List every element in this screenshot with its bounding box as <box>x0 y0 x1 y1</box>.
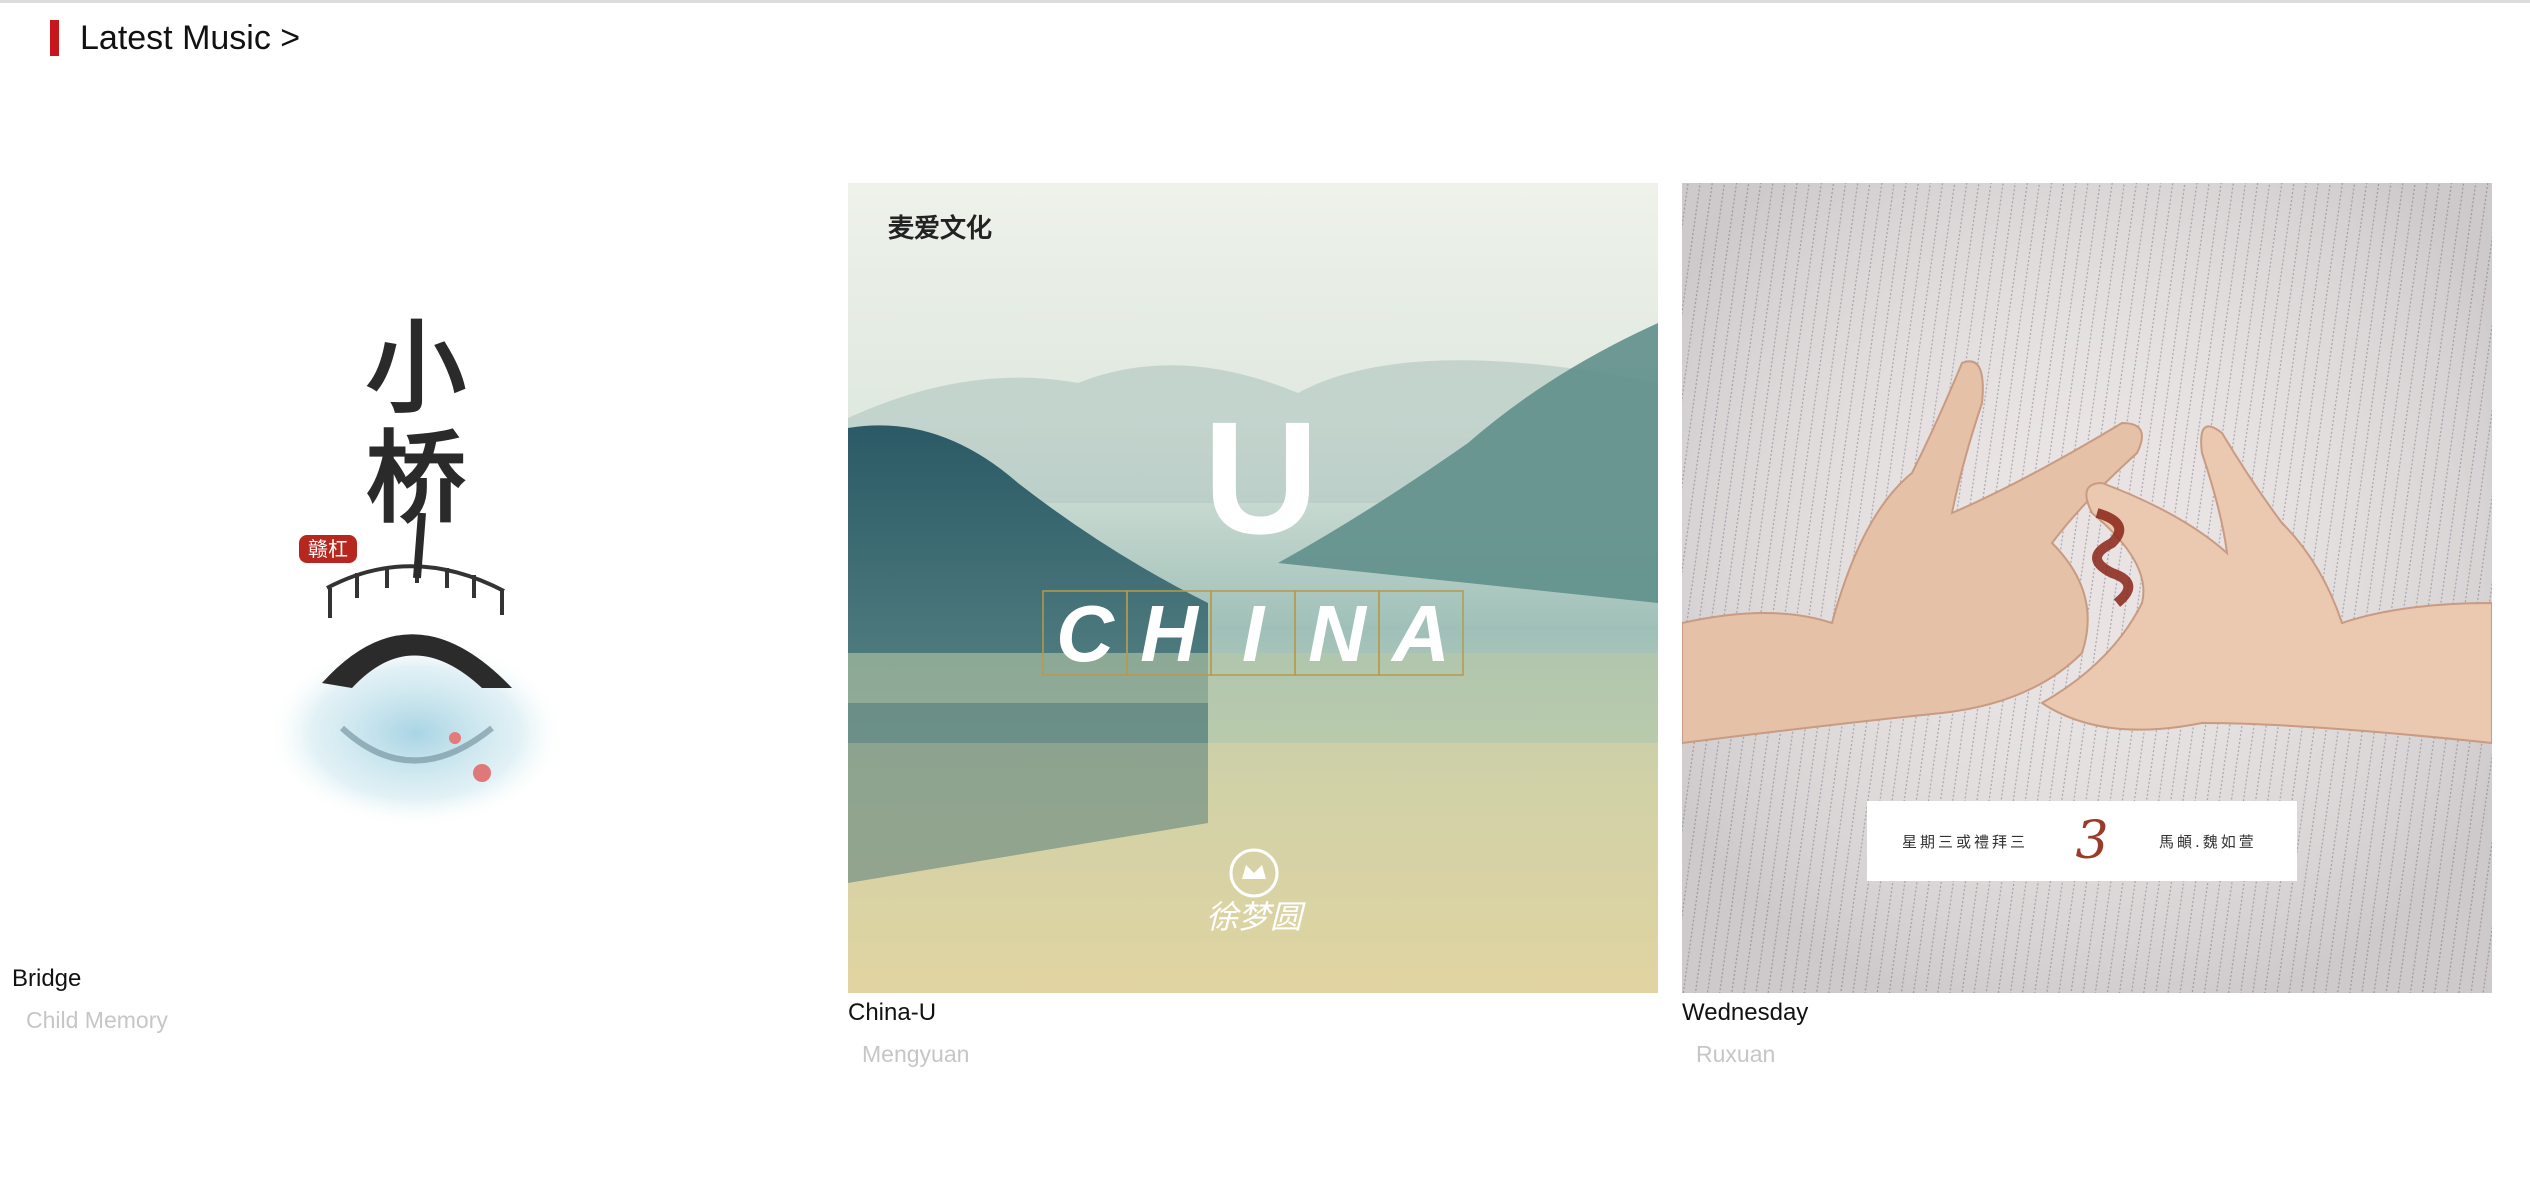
svg-text:I: I <box>1242 589 1266 678</box>
section-header[interactable]: Latest Music > <box>50 20 300 56</box>
section-accent-bar <box>50 20 59 56</box>
cover-big-letter: U <box>1203 388 1319 567</box>
cover-number: 3 <box>2075 811 2108 871</box>
song-artist[interactable]: Ruxuan <box>1696 1039 1775 1069</box>
song-card-china-u[interactable]: 麦爱文化 U C H I N A 徐梦圆 China-U Mengyuan <box>848 183 1658 1067</box>
top-divider <box>0 0 2530 3</box>
album-cover-bridge[interactable]: 小 桥 赣杠 <box>12 183 822 993</box>
cover-seal: 赣杠 <box>308 537 348 561</box>
album-cover-china-u[interactable]: 麦爱文化 U C H I N A 徐梦圆 <box>848 183 1658 993</box>
song-title[interactable]: China-U <box>848 998 936 1028</box>
song-artist[interactable]: Child Memory <box>26 1005 168 1035</box>
album-cover-wednesday[interactable]: 星期三或禮拜三 3 馬頔.魏如萱 <box>1682 183 2492 993</box>
cover-word-grid: C H I N A <box>1042 589 1464 678</box>
svg-text:C: C <box>1056 589 1115 678</box>
cover-signature: 徐梦圆 <box>1206 898 1306 936</box>
song-artist[interactable]: Mengyuan <box>862 1039 969 1069</box>
cover-calligraphy-bottom: 桥 <box>366 419 466 537</box>
svg-text:A: A <box>1390 589 1450 678</box>
song-title[interactable]: Bridge <box>12 964 81 994</box>
song-card-bridge[interactable]: 小 桥 赣杠 Bridge Child Memory <box>12 183 822 1033</box>
cover-left-text: 星期三或禮拜三 <box>1902 833 2028 851</box>
svg-text:H: H <box>1140 589 1200 678</box>
song-title[interactable]: Wednesday <box>1682 998 1808 1028</box>
song-card-wednesday[interactable]: 星期三或禮拜三 3 馬頔.魏如萱 Wednesday Ruxuan <box>1682 183 2492 1067</box>
svg-text:N: N <box>1308 589 1368 678</box>
cover-calligraphy-top: 小 <box>366 309 466 427</box>
cover-right-text: 馬頔.魏如萱 <box>2159 833 2257 851</box>
cover-label-brand: 麦爱文化 <box>888 213 992 244</box>
section-title-link[interactable]: Latest Music > <box>80 20 300 56</box>
